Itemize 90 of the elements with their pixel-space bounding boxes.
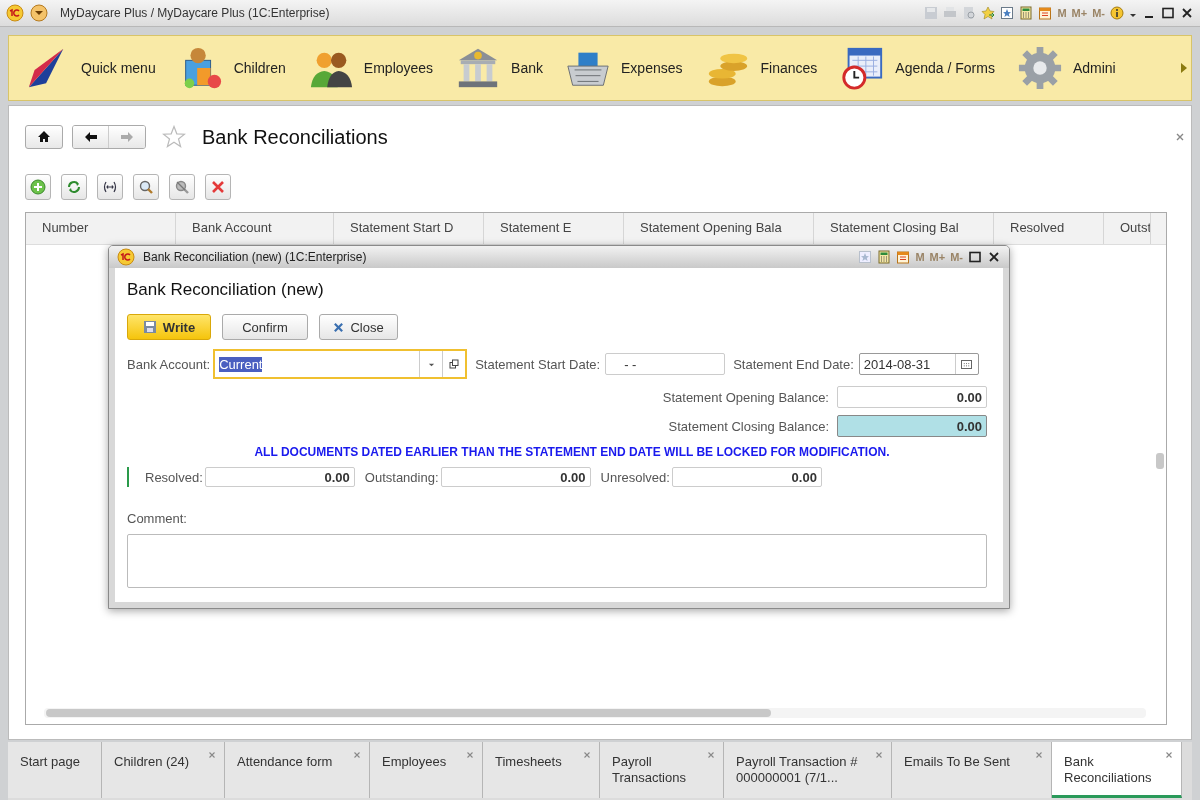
column-header[interactable]: Number (26, 213, 176, 244)
dropdown-icon[interactable] (30, 4, 48, 22)
column-header[interactable]: Statement Opening Bala (624, 213, 814, 244)
total-field: 0.00 (440, 467, 591, 487)
field-label: Statement Start Date: (475, 356, 601, 372)
section-button[interactable]: Bank (455, 45, 544, 91)
section-button[interactable]: Agenda / Forms (839, 45, 995, 91)
total-field: 0.00 (671, 467, 822, 487)
form-heading: Bank Reconciliation (new) (127, 280, 325, 301)
maximize-icon[interactable] (968, 250, 982, 264)
tab[interactable]: Payroll Transactions (600, 742, 724, 798)
delete-button[interactable] (205, 174, 231, 200)
back-arrow-icon (83, 130, 98, 144)
gear-icon (1016, 45, 1063, 91)
total-field: 0.00 (204, 467, 355, 487)
start-date-field[interactable]: - - (605, 353, 726, 375)
dialog-title: Bank Reconciliation (new) (1C:Enterprise) (143, 250, 367, 264)
balance-field[interactable]: 0.00 (837, 386, 987, 408)
section-button[interactable]: Admini (1016, 45, 1116, 91)
plus-icon (30, 179, 46, 195)
cross-icon (210, 179, 226, 195)
tab[interactable]: Emails To Be Sent (892, 742, 1052, 798)
cancel-search-button[interactable] (169, 174, 195, 200)
forward-arrow-icon (120, 130, 134, 144)
scroll-right-icon[interactable] (1180, 62, 1188, 74)
parentheses-arrows-icon (102, 179, 118, 195)
search-button[interactable] (133, 174, 159, 200)
column-header[interactable]: Resolved (994, 213, 1104, 244)
refresh-button[interactable] (61, 174, 87, 200)
star-icon[interactable] (162, 125, 186, 149)
column-header[interactable]: Statement Closing Bal (814, 213, 994, 244)
write-button[interactable]: Write (127, 314, 211, 340)
search-cross-icon (174, 179, 190, 195)
calendar-icon[interactable] (896, 250, 911, 264)
tab[interactable]: Timesheets (483, 742, 600, 798)
close-icon[interactable] (1180, 6, 1194, 20)
end-date-field[interactable]: 2014-08-31 (858, 353, 979, 375)
field-label: Resolved: (145, 469, 203, 485)
tab[interactable]: Start page (8, 742, 102, 798)
column-header[interactable]: Bank Account (176, 213, 334, 244)
section-button[interactable]: Quick menu (25, 45, 156, 91)
star-arrow-icon[interactable] (981, 6, 996, 20)
add-button[interactable] (25, 174, 51, 200)
horizontal-scrollbar[interactable] (44, 708, 1146, 718)
calendar-icon[interactable] (1038, 6, 1053, 20)
refresh-icon (66, 179, 82, 195)
tab[interactable]: Attendance form (225, 742, 370, 798)
section-button[interactable]: Expenses (565, 45, 683, 91)
search-icon (138, 179, 154, 195)
calculator-icon[interactable] (1019, 6, 1034, 20)
column-header[interactable]: Statement E (484, 213, 624, 244)
scrollbar-thumb[interactable] (1156, 453, 1164, 469)
field-label: Outstanding: (364, 469, 439, 485)
calculator-icon[interactable] (877, 250, 892, 264)
calendar-grid-icon (961, 359, 973, 369)
field-label: Statement Opening Balance: (662, 389, 829, 405)
home-button[interactable] (25, 125, 63, 149)
maximize-icon[interactable] (1161, 6, 1175, 20)
open-window-icon (449, 359, 460, 369)
tab[interactable]: Children (24) (102, 742, 225, 798)
close-icon[interactable] (987, 250, 1001, 264)
logo-icon (117, 248, 135, 266)
section-button[interactable]: Employees (307, 45, 434, 91)
field-label: Bank Account: (127, 356, 211, 372)
info-icon[interactable] (1110, 6, 1124, 20)
section-button[interactable]: Children (177, 45, 286, 91)
close-button[interactable]: Close (319, 314, 398, 340)
expand-button[interactable] (97, 174, 123, 200)
page-title: Bank Reconciliations (202, 125, 388, 149)
window-title: MyDaycare Plus / MyDaycare Plus (1C:Enterprise) (60, 6, 330, 20)
back-button[interactable] (73, 126, 109, 148)
section-button[interactable]: Finances (704, 45, 818, 91)
tab[interactable]: Employees (370, 742, 483, 798)
favorites-icon[interactable] (1000, 6, 1015, 20)
preview-icon[interactable] (962, 6, 977, 20)
field-label: Statement End Date: (733, 356, 854, 372)
column-header[interactable]: Statement Start D (334, 213, 484, 244)
tab[interactable]: Bank Reconciliations (1052, 742, 1182, 798)
cross-icon (333, 321, 345, 333)
field-label: Statement Closing Balance: (668, 418, 829, 434)
warning-message: ALL DOCUMENTS DATED EARLIER THAN THE STATEMENT END DATE WILL BE LOCKED FOR MODIFICATION. (253, 445, 891, 459)
balance-field[interactable]: 0.00 (837, 415, 987, 437)
comment-field[interactable] (127, 534, 987, 588)
home-icon (37, 130, 51, 144)
logo-icon (6, 4, 24, 22)
field-label: Comment: (127, 511, 188, 526)
confirm-button[interactable]: Confirm (222, 314, 308, 340)
field-label: Unresolved: (600, 469, 670, 485)
tab[interactable]: Payroll Transaction # 000000001 (7/1... (724, 742, 892, 798)
bank-account-field[interactable]: Current (213, 349, 468, 379)
